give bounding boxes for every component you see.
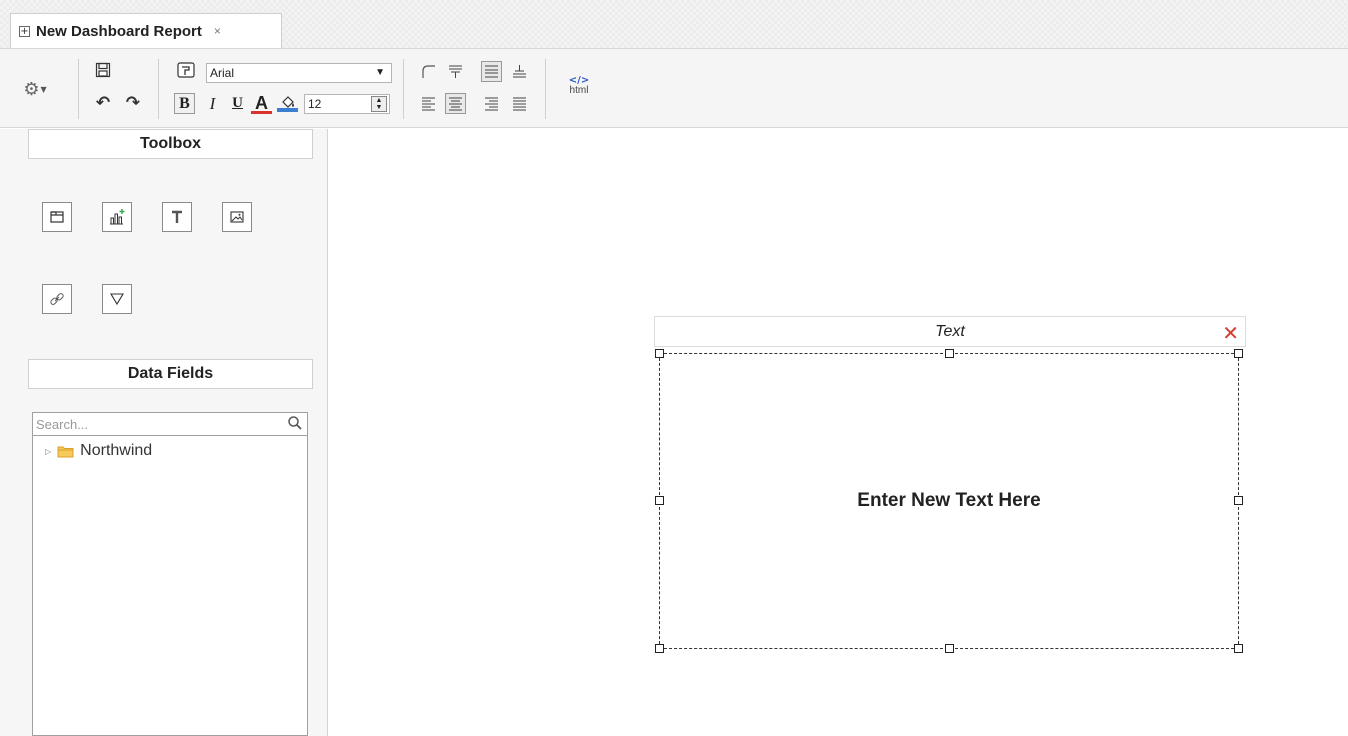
chevron-down-icon: ▼	[40, 84, 47, 94]
html-label: html	[569, 85, 589, 96]
image-icon	[230, 211, 244, 223]
italic-button[interactable]: I	[202, 93, 223, 114]
font-family-value: Arial	[210, 66, 235, 80]
html-button[interactable]: </> html	[562, 71, 596, 101]
resize-handle-top[interactable]	[945, 349, 954, 358]
text-widget-header[interactable]: Text ✕	[654, 316, 1246, 347]
tab-title: New Dashboard Report	[36, 22, 202, 40]
font-size-value: 12	[308, 97, 322, 111]
save-button[interactable]	[92, 59, 114, 81]
resize-handle-top-left[interactable]	[655, 349, 664, 358]
redo-icon: ↷	[125, 93, 141, 113]
chart-add-icon	[110, 209, 125, 225]
toolbar-separator	[158, 59, 159, 119]
align-center-button[interactable]	[445, 93, 466, 114]
align-right-icon	[485, 97, 498, 111]
paint-bucket-icon	[281, 96, 294, 108]
tab-new-dashboard-report[interactable]: + New Dashboard Report ×	[10, 13, 282, 48]
filter-icon	[110, 293, 124, 306]
toolbox-image-tool[interactable]	[222, 202, 252, 232]
rounded-corner-icon	[422, 65, 435, 78]
tab-strip: + New Dashboard Report ×	[0, 0, 1348, 48]
gear-icon: ⚙	[23, 78, 40, 100]
font-color-swatch	[251, 111, 272, 114]
search-icon[interactable]	[287, 415, 303, 431]
save-icon	[95, 62, 111, 78]
font-color-button[interactable]: A	[251, 93, 272, 114]
align-middle-icon	[485, 65, 498, 78]
resize-handle-left[interactable]	[655, 496, 664, 505]
text-tool-icon	[172, 210, 182, 223]
resize-handle-bottom-left[interactable]	[655, 644, 664, 653]
tab-close-icon[interactable]: ×	[214, 24, 221, 38]
settings-gear-button[interactable]: ⚙ ▼	[22, 77, 48, 101]
toolbox-panel-tool[interactable]	[42, 202, 72, 232]
search-input[interactable]	[33, 413, 273, 435]
toolbar-separator	[545, 59, 546, 119]
panel-icon	[50, 211, 64, 223]
resize-handle-bottom[interactable]	[945, 644, 954, 653]
toolbox-title: Toolbox	[28, 129, 313, 159]
expand-icon[interactable]: +	[19, 25, 30, 37]
toolbox-chart-tool[interactable]	[102, 202, 132, 232]
font-size-stepper[interactable]: 12 ▲ ▼	[304, 94, 390, 114]
data-fields-tree: ▷ Northwind	[32, 436, 308, 736]
redo-button[interactable]: ↷	[123, 93, 143, 113]
align-right-button[interactable]	[481, 93, 502, 114]
data-fields-title: Data Fields	[28, 359, 313, 389]
link-icon	[50, 293, 64, 305]
undo-button[interactable]: ↶	[93, 93, 113, 113]
tree-item-label: Northwind	[80, 442, 153, 459]
text-widget-body[interactable]: Enter New Text Here	[659, 353, 1239, 649]
widget-title: Text	[935, 323, 965, 340]
align-justify-button[interactable]	[509, 93, 530, 114]
align-bottom-icon	[513, 65, 526, 78]
bold-button[interactable]: B	[174, 93, 195, 114]
rounded-corners-button[interactable]	[418, 61, 439, 82]
data-fields-search[interactable]	[32, 412, 308, 436]
valign-bottom-button[interactable]	[509, 61, 530, 82]
toolbox-text-tool[interactable]	[162, 202, 192, 232]
underline-button[interactable]: U	[227, 93, 248, 114]
dropdown-arrow-icon: ▼	[375, 67, 385, 78]
resize-handle-top-right[interactable]	[1234, 349, 1243, 358]
toolbar-separator	[78, 59, 79, 119]
resize-handle-right[interactable]	[1234, 496, 1243, 505]
align-left-icon	[422, 97, 435, 111]
close-icon[interactable]: ✕	[1222, 319, 1239, 348]
resize-handle-bottom-right[interactable]	[1234, 644, 1243, 653]
align-left-button[interactable]	[418, 93, 439, 114]
align-center-icon	[449, 97, 462, 111]
toolbox-filter-tool[interactable]	[102, 284, 132, 314]
expand-triangle-icon[interactable]: ▷	[45, 447, 51, 456]
toolbar-separator	[403, 59, 404, 119]
left-panel: Toolbox Data Fields ▷ Northwind	[0, 129, 328, 736]
undo-icon: ↶	[95, 93, 111, 113]
toolbox-link-tool[interactable]	[42, 284, 72, 314]
font-family-select[interactable]: Arial ▼	[206, 63, 392, 83]
tree-item-northwind[interactable]: ▷ Northwind	[45, 442, 152, 460]
align-justify-icon	[513, 97, 526, 111]
back-color-swatch	[277, 108, 298, 112]
back-color-button[interactable]	[277, 93, 298, 114]
valign-middle-button[interactable]	[481, 61, 502, 82]
spinner-arrows-icon[interactable]: ▲ ▼	[371, 96, 387, 112]
toolbar: ⚙ ▼ ↶ ↷ Arial ▼ B I U A 12 ▲ ▼ </> html	[0, 48, 1348, 128]
align-top-icon	[449, 65, 462, 78]
widget-text-content[interactable]: Enter New Text Here	[857, 490, 1040, 512]
format-painter-icon	[177, 62, 195, 78]
folder-icon	[57, 446, 74, 457]
valign-top-button[interactable]	[445, 61, 466, 82]
format-painter-button[interactable]	[174, 59, 198, 81]
